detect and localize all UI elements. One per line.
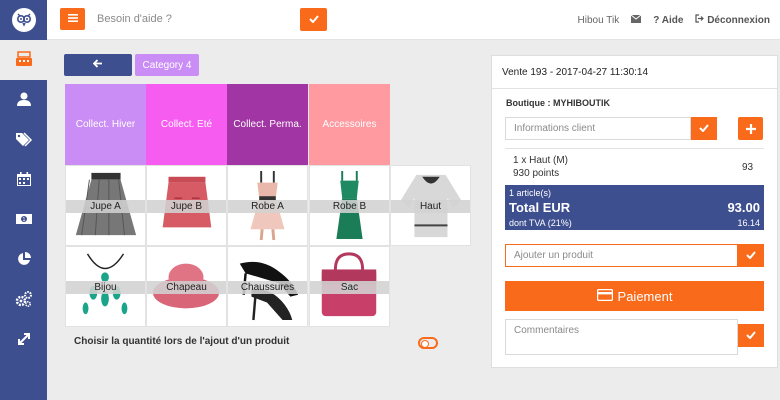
divider — [505, 148, 764, 149]
add-product-input[interactable]: Ajouter un produit — [505, 244, 738, 267]
sidebar-item-stats[interactable] — [0, 240, 47, 280]
help-search-input[interactable]: Besoin d'aide ? — [97, 13, 297, 25]
sale-line-name[interactable]: 1 x Haut (M) — [513, 155, 568, 166]
category-tile-accessoires[interactable]: Accessoires — [309, 84, 390, 165]
sidebar-item-products[interactable] — [0, 120, 47, 160]
pie-chart-icon — [16, 251, 32, 270]
mail-icon[interactable] — [630, 14, 642, 26]
article-count: 1 article(s) — [509, 188, 552, 198]
sidebar-item-cash-register[interactable] — [0, 40, 47, 80]
product-tile-jupe-a[interactable]: Jupe A — [65, 165, 146, 246]
comment-confirm-button[interactable] — [738, 324, 764, 347]
shop-label: Boutique : MYHIBOUTIK — [506, 98, 610, 108]
back-button[interactable] — [64, 54, 132, 76]
check-icon — [746, 250, 756, 262]
product-tile-robe-b[interactable]: Robe B — [309, 165, 390, 246]
category-label: Collect. Perma. — [233, 119, 302, 130]
comment-input[interactable]: Commentaires — [505, 319, 738, 355]
payment-label: Paiement — [617, 288, 673, 304]
add-product-button[interactable] — [738, 244, 764, 267]
sale-panel: Vente 193 - 2017-04-27 11:30:14 Boutique… — [491, 55, 778, 368]
cash-register-icon — [15, 50, 33, 70]
topbar: Besoin d'aide ? Hibou Tik ? Aide Déconne… — [47, 0, 780, 40]
sidebar: 1 — [0, 0, 47, 400]
category-label: Collect. Eté — [160, 119, 213, 130]
sale-line-points: 930 points — [513, 168, 560, 179]
total-value: 93.00 — [727, 200, 760, 215]
sale-title: Vente 193 - 2017-04-27 11:30:14 — [502, 67, 649, 78]
product-tile-chapeau[interactable]: Chapeau — [146, 246, 227, 327]
total-label: Total EUR — [509, 200, 571, 215]
tva-value: 16.14 — [737, 218, 760, 228]
product-tile-bijou[interactable]: Bijou — [65, 246, 146, 327]
logout-icon — [695, 14, 707, 26]
topbar-right: Hibou Tik ? Aide Déconnexion — [578, 14, 770, 26]
expand-icon — [17, 332, 31, 349]
payment-button[interactable]: Paiement — [505, 281, 764, 311]
sidebar-item-cash[interactable]: 1 — [0, 200, 47, 240]
sidebar-item-calendar[interactable] — [0, 160, 47, 200]
category-label: Collect. Hiver — [75, 119, 136, 130]
question-icon: ? — [653, 14, 660, 26]
product-label: Chaussures — [228, 281, 307, 294]
product-label: Sac — [310, 281, 389, 294]
sidebar-item-expand[interactable] — [0, 320, 47, 360]
tags-icon — [15, 131, 33, 150]
product-label: Robe B — [310, 200, 389, 213]
credit-card-icon — [596, 288, 613, 304]
product-label: Haut — [391, 200, 470, 213]
app-logo[interactable] — [0, 0, 47, 40]
add-client-button[interactable] — [738, 117, 763, 140]
product-tile-sac[interactable]: Sac — [309, 246, 390, 327]
category-tile-ete[interactable]: Collect. Eté — [146, 84, 227, 165]
category-tile-perma[interactable]: Collect. Perma. — [227, 84, 308, 165]
product-label: Bijou — [66, 281, 145, 294]
help-search-button[interactable] — [300, 8, 327, 31]
category-label: Accessoires — [322, 119, 377, 130]
help-link[interactable]: ? Aide — [653, 15, 683, 26]
product-label: Jupe A — [66, 200, 145, 213]
hamburger-icon — [67, 13, 78, 25]
product-label: Chapeau — [147, 281, 226, 294]
product-label: Jupe B — [147, 200, 226, 213]
sidebar-item-users[interactable] — [0, 80, 47, 120]
total-box: 1 article(s) Total EUR 93.00 dont TVA (2… — [505, 185, 764, 230]
logout-link[interactable]: Déconnexion — [695, 14, 770, 26]
menu-button[interactable] — [60, 8, 85, 30]
sidebar-item-settings[interactable] — [0, 280, 47, 320]
current-category: Category 4 — [135, 54, 199, 76]
tva-label: dont TVA (21%) — [509, 218, 572, 228]
qty-option-label: Choisir la quantité lors de l'ajout d'un… — [74, 336, 290, 347]
product-tile-chaussures[interactable]: Chaussures — [227, 246, 308, 327]
user-name[interactable]: Hibou Tik — [578, 15, 620, 26]
check-icon — [746, 330, 756, 342]
check-icon — [308, 14, 319, 26]
client-info-input[interactable]: Informations client — [505, 117, 691, 140]
help-link-label: Aide — [661, 14, 684, 26]
plus-icon — [745, 121, 756, 137]
owl-icon — [11, 8, 36, 32]
user-icon — [16, 91, 32, 110]
calendar-icon — [16, 171, 32, 190]
product-label: Robe A — [228, 200, 307, 213]
logout-label: Déconnexion — [707, 15, 770, 26]
money-icon: 1 — [15, 212, 33, 229]
client-confirm-button[interactable] — [691, 117, 717, 140]
qty-toggle[interactable] — [418, 337, 438, 349]
product-tile-jupe-b[interactable]: Jupe B — [146, 165, 227, 246]
product-tile-robe-a[interactable]: Robe A — [227, 165, 308, 246]
check-icon — [699, 123, 709, 135]
svg-text:1: 1 — [22, 217, 25, 223]
category-tile-hiver[interactable]: Collect. Hiver — [65, 84, 146, 165]
arrow-left-icon — [92, 59, 103, 71]
gears-icon — [15, 290, 33, 310]
sale-line-price: 93 — [742, 162, 754, 173]
divider — [492, 88, 777, 89]
product-tile-haut[interactable]: Haut — [390, 165, 471, 246]
